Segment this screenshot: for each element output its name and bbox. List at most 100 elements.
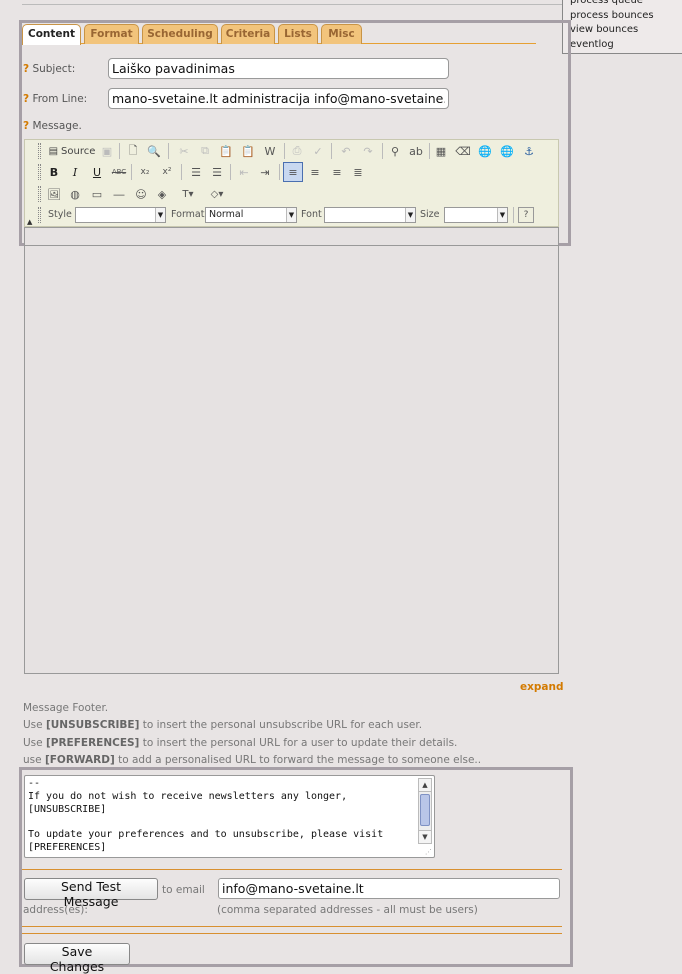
subject-label: ? Subject:: [23, 63, 75, 75]
footer-help-forward: use [FORWARD] to add a personalised URL …: [23, 754, 481, 766]
strikethrough-icon[interactable]: ABC: [111, 164, 127, 180]
menu-item-process-bounces[interactable]: process bounces: [570, 9, 682, 24]
tab-lists[interactable]: Lists: [278, 24, 318, 44]
help-icon[interactable]: ?: [23, 93, 29, 105]
table-icon[interactable]: ▦: [433, 143, 449, 159]
from-line-label: ? From Line:: [23, 93, 87, 105]
format-select[interactable]: Normal ▼: [205, 207, 297, 223]
side-menu: process queue process bounces view bounc…: [562, 0, 682, 54]
toolbar-separator: [429, 143, 430, 159]
source-icon: ▤: [48, 145, 59, 157]
new-page-icon[interactable]: 🗋: [125, 143, 141, 159]
source-button[interactable]: ▤ Source: [47, 143, 97, 159]
toolbar-separator: [181, 164, 182, 180]
style-select[interactable]: ▼: [75, 207, 166, 223]
align-left-icon[interactable]: ≡: [283, 162, 303, 182]
link-icon[interactable]: 🌐: [477, 143, 493, 159]
format-value: Normal: [209, 209, 244, 220]
remove-format-icon[interactable]: ⌫: [455, 143, 471, 159]
iframe-icon[interactable]: ▭: [89, 186, 105, 202]
expand-link[interactable]: expand: [520, 681, 564, 693]
align-justify-icon[interactable]: ≣: [350, 164, 366, 180]
send-test-message-button[interactable]: Send Test Message: [24, 878, 158, 909]
menu-item-eventlog[interactable]: eventlog: [570, 38, 682, 53]
size-select[interactable]: ▼: [444, 207, 508, 223]
italic-icon[interactable]: I: [67, 164, 83, 180]
help-icon[interactable]: ?: [23, 120, 29, 132]
paste-icon[interactable]: 📋: [218, 143, 234, 159]
save-icon[interactable]: ▣: [99, 143, 115, 159]
indent-icon[interactable]: ⇥: [257, 164, 273, 180]
editor-toolbar: ▤ Source ▣ 🗋 🔍 ✂ ⧉ 📋 📋 W ⎙ ✓ ↶ ↷ ⚲ ab ▦ ⌫…: [24, 139, 559, 227]
section-divider: [22, 869, 562, 870]
tab-scheduling[interactable]: Scheduling: [142, 24, 218, 44]
print-icon[interactable]: ⎙: [289, 143, 305, 159]
cut-icon[interactable]: ✂: [176, 143, 192, 159]
menu-item-view-bounces[interactable]: view bounces: [570, 23, 682, 38]
horizontal-rule-icon[interactable]: ―: [111, 186, 127, 202]
unlink-icon[interactable]: 🌐: [499, 143, 515, 159]
smiley-icon[interactable]: ☺: [133, 186, 149, 202]
toolbar-separator: [284, 143, 285, 159]
flash-icon[interactable]: ◍: [67, 186, 83, 202]
size-label: Size: [420, 209, 440, 220]
image-icon[interactable]: 🖼: [46, 186, 62, 202]
preview-icon[interactable]: 🔍: [146, 143, 162, 159]
background-color-icon[interactable]: ◇▾: [205, 186, 229, 202]
footer-scrollbar[interactable]: ▲ ▼: [418, 778, 432, 844]
help-prefix: Use: [23, 719, 46, 731]
scroll-up-icon[interactable]: ▲: [419, 779, 431, 792]
message-label-text: Message.: [32, 120, 82, 132]
menu-item-process-queue[interactable]: process queue: [570, 0, 682, 9]
tab-format[interactable]: Format: [84, 24, 139, 44]
align-center-icon[interactable]: ≡: [307, 164, 323, 180]
editor-divider: [25, 245, 558, 246]
collapse-toolbar-icon[interactable]: ▲: [27, 218, 32, 226]
paste-word-icon[interactable]: W: [262, 143, 278, 159]
message-footer-textarea[interactable]: -- If you do not wish to receive newslet…: [24, 775, 435, 858]
redo-icon[interactable]: ↷: [360, 143, 376, 159]
toolbar-grip: [38, 207, 41, 223]
underline-icon[interactable]: U: [89, 164, 105, 180]
align-right-icon[interactable]: ≡: [329, 164, 345, 180]
top-divider: [22, 4, 562, 5]
scroll-down-icon[interactable]: ▼: [419, 830, 431, 843]
outdent-icon[interactable]: ⇤: [236, 164, 252, 180]
editor-content-area[interactable]: [24, 227, 559, 674]
help-icon[interactable]: ?: [23, 63, 29, 75]
bulleted-list-icon[interactable]: ☰: [209, 164, 225, 180]
toolbar-grip: [38, 186, 41, 202]
tab-misc[interactable]: Misc: [321, 24, 362, 44]
special-char-icon[interactable]: ◈: [154, 186, 170, 202]
test-email-input[interactable]: [218, 878, 560, 899]
superscript-icon[interactable]: x²: [159, 164, 175, 180]
numbered-list-icon[interactable]: ☰: [188, 164, 204, 180]
font-select[interactable]: ▼: [324, 207, 416, 223]
subject-input[interactable]: [108, 58, 449, 79]
message-label: ? Message.: [23, 120, 82, 132]
save-changes-button[interactable]: Save Changes: [24, 943, 130, 974]
about-icon[interactable]: ?: [518, 207, 534, 223]
replace-icon[interactable]: ab: [408, 143, 424, 159]
footer-help-preferences: Use [PREFERENCES] to insert the personal…: [23, 737, 457, 749]
resize-grip-icon[interactable]: ⋰: [425, 848, 433, 856]
text-color-icon[interactable]: T▾: [176, 186, 200, 202]
from-line-input[interactable]: [108, 88, 449, 109]
subscript-icon[interactable]: x₂: [137, 164, 153, 180]
subject-label-text: Subject:: [32, 63, 76, 75]
unsubscribe-tag: [UNSUBSCRIBE]: [45, 719, 140, 731]
anchor-icon[interactable]: ⚓: [521, 143, 537, 159]
spellcheck-icon[interactable]: ✓: [310, 143, 326, 159]
paste-text-icon[interactable]: 📋: [240, 143, 256, 159]
bold-icon[interactable]: B: [46, 164, 62, 180]
format-label: Format: [171, 209, 205, 220]
scroll-thumb[interactable]: [420, 794, 430, 826]
tab-criteria[interactable]: Criteria: [221, 24, 275, 44]
forward-tag: [FORWARD]: [44, 754, 115, 766]
source-label: Source: [61, 145, 96, 157]
tab-content[interactable]: Content: [22, 24, 81, 45]
copy-icon[interactable]: ⧉: [197, 143, 213, 159]
undo-icon[interactable]: ↶: [338, 143, 354, 159]
toolbar-separator: [513, 207, 514, 223]
find-icon[interactable]: ⚲: [387, 143, 403, 159]
